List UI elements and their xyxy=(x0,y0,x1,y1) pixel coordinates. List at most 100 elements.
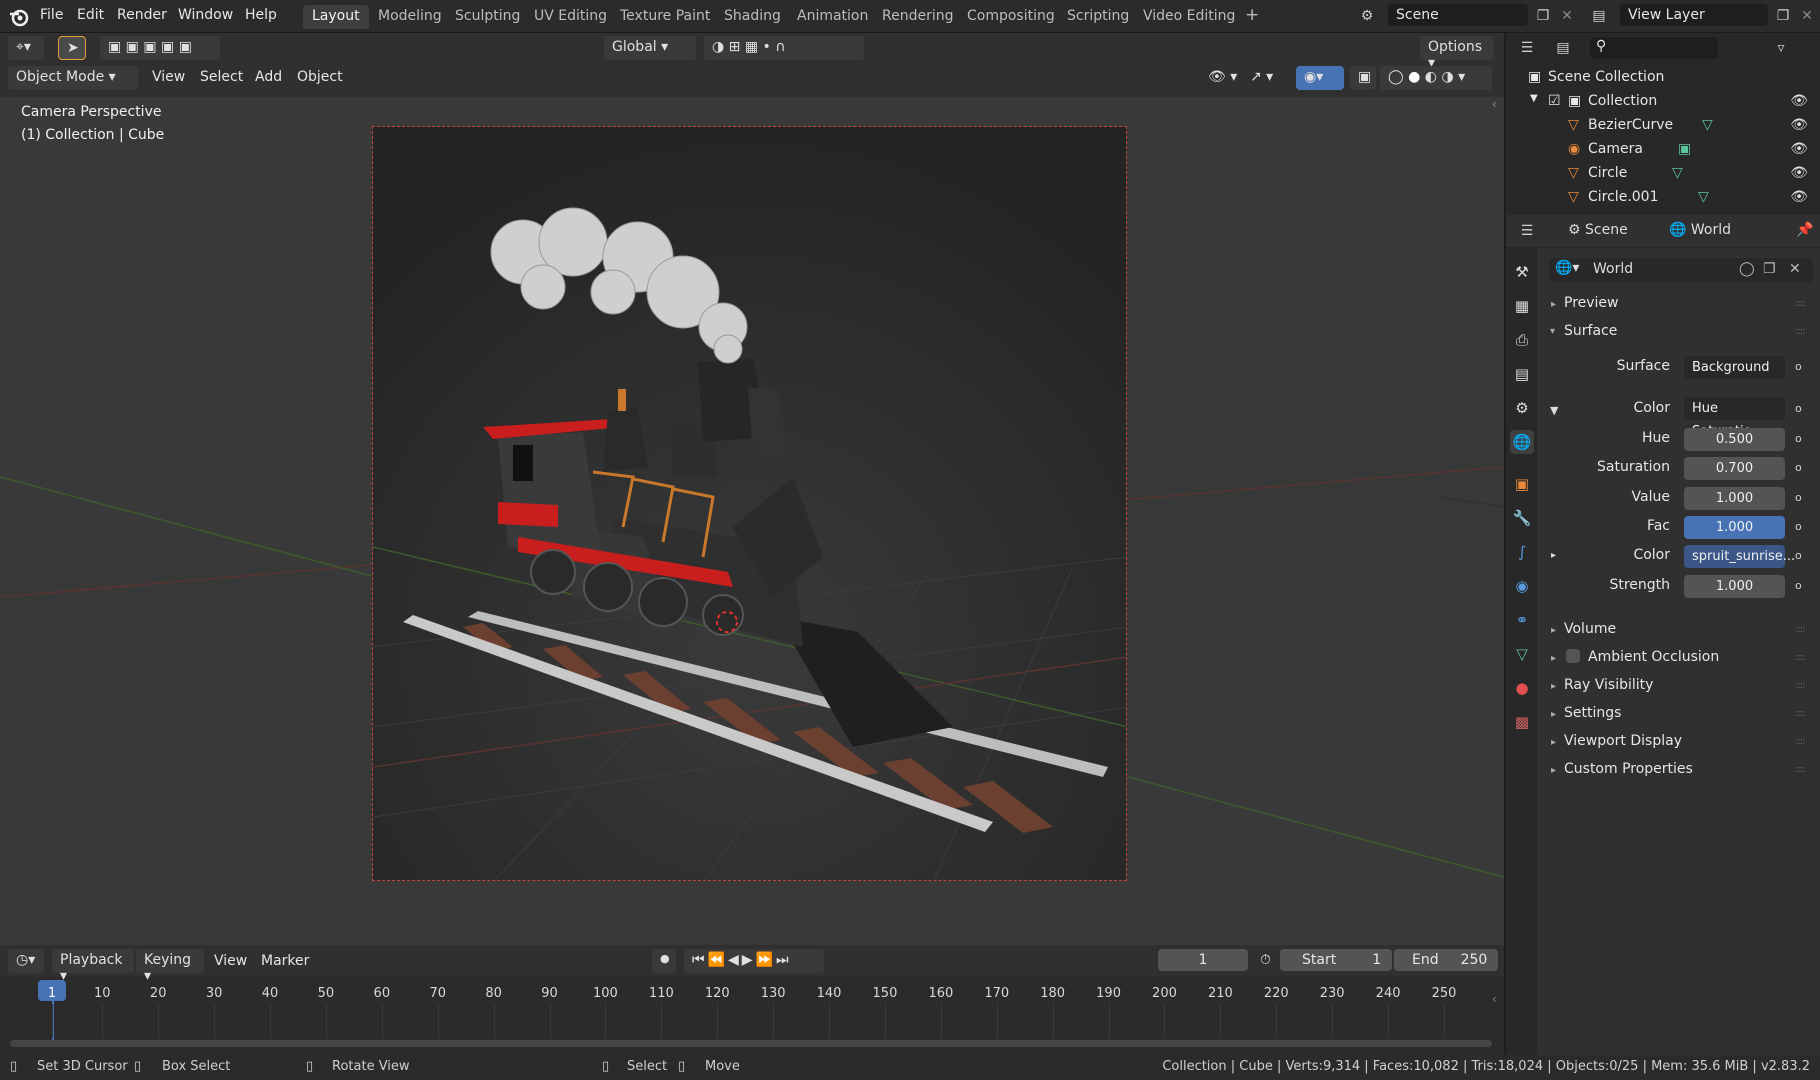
constraints-tab-icon[interactable]: ⚭ xyxy=(1510,608,1534,632)
settings-panel[interactable]: Settings xyxy=(1564,705,1621,721)
socket-dot-icon[interactable]: o xyxy=(1795,360,1802,373)
menu-file[interactable]: File xyxy=(40,7,63,23)
tab-rendering[interactable]: Rendering xyxy=(873,5,963,29)
collapsed-arrow-icon[interactable]: ▸ xyxy=(1551,737,1556,748)
eye-icon[interactable]: 👁 xyxy=(1790,93,1808,109)
world-tab-icon[interactable]: 🌐 xyxy=(1510,430,1534,454)
new-view-layer-icon[interactable]: ❐ xyxy=(1772,5,1794,27)
socket-dot-icon[interactable]: o xyxy=(1795,491,1802,504)
gizmo-icon[interactable]: ↗ ▾ xyxy=(1242,66,1290,90)
view-layer-field[interactable]: View Layer xyxy=(1620,4,1768,26)
outliner-item-circle[interactable]: ▽ Circle ▽ 👁 xyxy=(1506,163,1820,187)
tab-video-editing[interactable]: Video Editing xyxy=(1134,5,1244,29)
menu-window[interactable]: Window xyxy=(178,7,233,23)
material-tab-icon[interactable]: ● xyxy=(1510,676,1534,700)
tab-layout[interactable]: Layout xyxy=(303,5,369,29)
outliner-search-input[interactable]: ⚲ xyxy=(1590,37,1718,59)
color-texture-dropdown[interactable]: spruit_sunrise... xyxy=(1684,545,1795,568)
blender-logo-icon[interactable] xyxy=(8,6,30,28)
collapsed-arrow-icon[interactable]: ▸ xyxy=(1551,625,1556,636)
duplicate-icon[interactable]: ❐ xyxy=(1763,261,1776,277)
tab-compositing[interactable]: Compositing xyxy=(958,5,1064,29)
outliner-item-beziercurve[interactable]: ▽ BezierCurve ▽ 👁 xyxy=(1506,115,1820,139)
add-menu[interactable]: Add xyxy=(255,69,282,85)
saturation-field[interactable]: 0.700 xyxy=(1684,457,1785,480)
collapsed-arrow-icon[interactable]: ▸ xyxy=(1551,681,1556,692)
collapsed-arrow-icon[interactable]: ▸ xyxy=(1551,653,1556,664)
pin-icon[interactable]: 📌 xyxy=(1796,222,1813,238)
collection-row[interactable]: ▼ ☑ ▣ Collection 👁 xyxy=(1506,91,1820,115)
view-layer-tab-icon[interactable]: ▤ xyxy=(1510,362,1534,386)
socket-dot-icon[interactable]: o xyxy=(1795,402,1802,415)
socket-dot-icon[interactable]: o xyxy=(1795,549,1802,562)
drag-grip-icon[interactable]: :::: xyxy=(1795,736,1806,747)
drag-grip-icon[interactable]: :::: xyxy=(1795,652,1806,663)
socket-dot-icon[interactable]: o xyxy=(1795,461,1802,474)
expanded-arrow-icon[interactable]: ▾ xyxy=(1550,326,1555,337)
new-scene-icon[interactable]: ❐ xyxy=(1532,5,1554,27)
scene-tab-icon[interactable]: ⚙ xyxy=(1510,396,1534,420)
tab-texture-paint[interactable]: Texture Paint xyxy=(611,5,719,29)
tab-shading[interactable]: Shading xyxy=(715,5,790,29)
surface-shader-dropdown[interactable]: Background xyxy=(1684,356,1785,379)
object-mode-dropdown[interactable]: Object Mode ▾ xyxy=(8,66,138,90)
socket-dot-icon[interactable]: o xyxy=(1795,579,1802,592)
fac-slider[interactable]: 1.000 xyxy=(1684,516,1785,539)
scene-breadcrumb[interactable]: ⚙ Scene xyxy=(1568,222,1628,238)
add-workspace-button[interactable]: + xyxy=(1236,2,1268,26)
particles-tab-icon[interactable]: ∫ xyxy=(1510,540,1534,564)
end-frame-field[interactable]: End 250 xyxy=(1394,949,1498,971)
color-node-dropdown[interactable]: Hue Saturatio... xyxy=(1684,397,1785,439)
tab-sculpting[interactable]: Sculpting xyxy=(446,5,529,29)
eye-icon[interactable]: 👁 xyxy=(1790,141,1808,157)
options-dropdown[interactable]: Options ▾ xyxy=(1420,36,1494,71)
outliner-editor-icon[interactable]: ☰ xyxy=(1516,37,1538,59)
scene-selector-icon[interactable]: ⚙ xyxy=(1356,5,1378,27)
xray-icon[interactable]: ▣ xyxy=(1350,66,1376,90)
collapsed-arrow-icon[interactable]: ▸ xyxy=(1551,709,1556,720)
timeline-editor-icon[interactable]: ◷▾ xyxy=(8,949,44,973)
selection-mode-icons[interactable]: ▣ ▣ ▣ ▣ ▣ xyxy=(100,36,220,60)
shading-mode-icons[interactable]: ◯ ● ◐ ◑ ▾ xyxy=(1380,66,1492,90)
checkbox-icon[interactable]: ☑ xyxy=(1548,93,1561,109)
drag-grip-icon[interactable]: :::: xyxy=(1795,708,1806,719)
world-browse-icon[interactable]: 🌐▾ xyxy=(1555,260,1579,276)
outliner-item-circle-001[interactable]: ▽ Circle.001 ▽ 👁 xyxy=(1506,187,1820,211)
drag-grip-icon[interactable]: :::: xyxy=(1795,298,1806,309)
overlay-icon[interactable]: ◉▾ xyxy=(1296,66,1344,90)
socket-dot-icon[interactable]: o xyxy=(1795,432,1802,445)
keying-menu[interactable]: Keying ▾ xyxy=(136,949,204,984)
hue-field[interactable]: 0.500 xyxy=(1684,428,1785,451)
ao-checkbox[interactable] xyxy=(1566,649,1580,663)
select-tool-icon[interactable]: ➤ xyxy=(58,36,86,60)
volume-panel[interactable]: Volume xyxy=(1564,621,1616,637)
render-tab-icon[interactable]: ▦ xyxy=(1510,294,1534,318)
strength-field[interactable]: 1.000 xyxy=(1684,575,1785,598)
menu-edit[interactable]: Edit xyxy=(77,7,104,23)
modifier-tab-icon[interactable]: 🔧 xyxy=(1510,506,1534,530)
select-menu[interactable]: Select xyxy=(200,69,243,85)
collapse-arrow-icon[interactable]: ‹ xyxy=(1492,97,1497,111)
surface-panel[interactable]: Surface xyxy=(1564,323,1617,339)
start-frame-field[interactable]: Start 1 xyxy=(1280,949,1392,971)
eye-icon[interactable]: 👁 xyxy=(1790,165,1808,181)
tab-scripting[interactable]: Scripting xyxy=(1058,5,1138,29)
current-frame-field[interactable]: 1 xyxy=(1158,949,1248,971)
socket-dot-icon[interactable]: o xyxy=(1795,520,1802,533)
object-menu[interactable]: Object xyxy=(297,69,343,85)
3d-viewport[interactable]: Camera Perspective (1) Collection | Cube… xyxy=(0,97,1504,945)
outliner-item-camera[interactable]: ◉ Camera ▣ 👁 xyxy=(1506,139,1820,163)
scene-collection-row[interactable]: ▣ Scene Collection xyxy=(1506,67,1820,91)
world-datablock-selector[interactable]: 🌐▾ World ◯ ❐ ✕ xyxy=(1549,258,1813,282)
ray-visibility-panel[interactable]: Ray Visibility xyxy=(1564,677,1653,693)
data-tab-icon[interactable]: ▽ xyxy=(1510,642,1534,666)
transform-orientation-dropdown[interactable]: Global ▾ xyxy=(604,36,696,60)
tab-uv-editing[interactable]: UV Editing xyxy=(525,5,616,29)
drag-grip-icon[interactable]: :::: xyxy=(1795,624,1806,635)
pivot-snap-icons[interactable]: ◑ ⊞ ▦ • ∩ xyxy=(704,36,864,60)
filter-icon[interactable]: ▿ xyxy=(1770,37,1792,59)
world-breadcrumb[interactable]: 🌐 World xyxy=(1669,222,1731,238)
marker-menu[interactable]: Marker xyxy=(261,953,309,969)
texture-tab-icon[interactable]: ▩ xyxy=(1510,710,1534,734)
object-tab-icon[interactable]: ▣ xyxy=(1510,472,1534,496)
